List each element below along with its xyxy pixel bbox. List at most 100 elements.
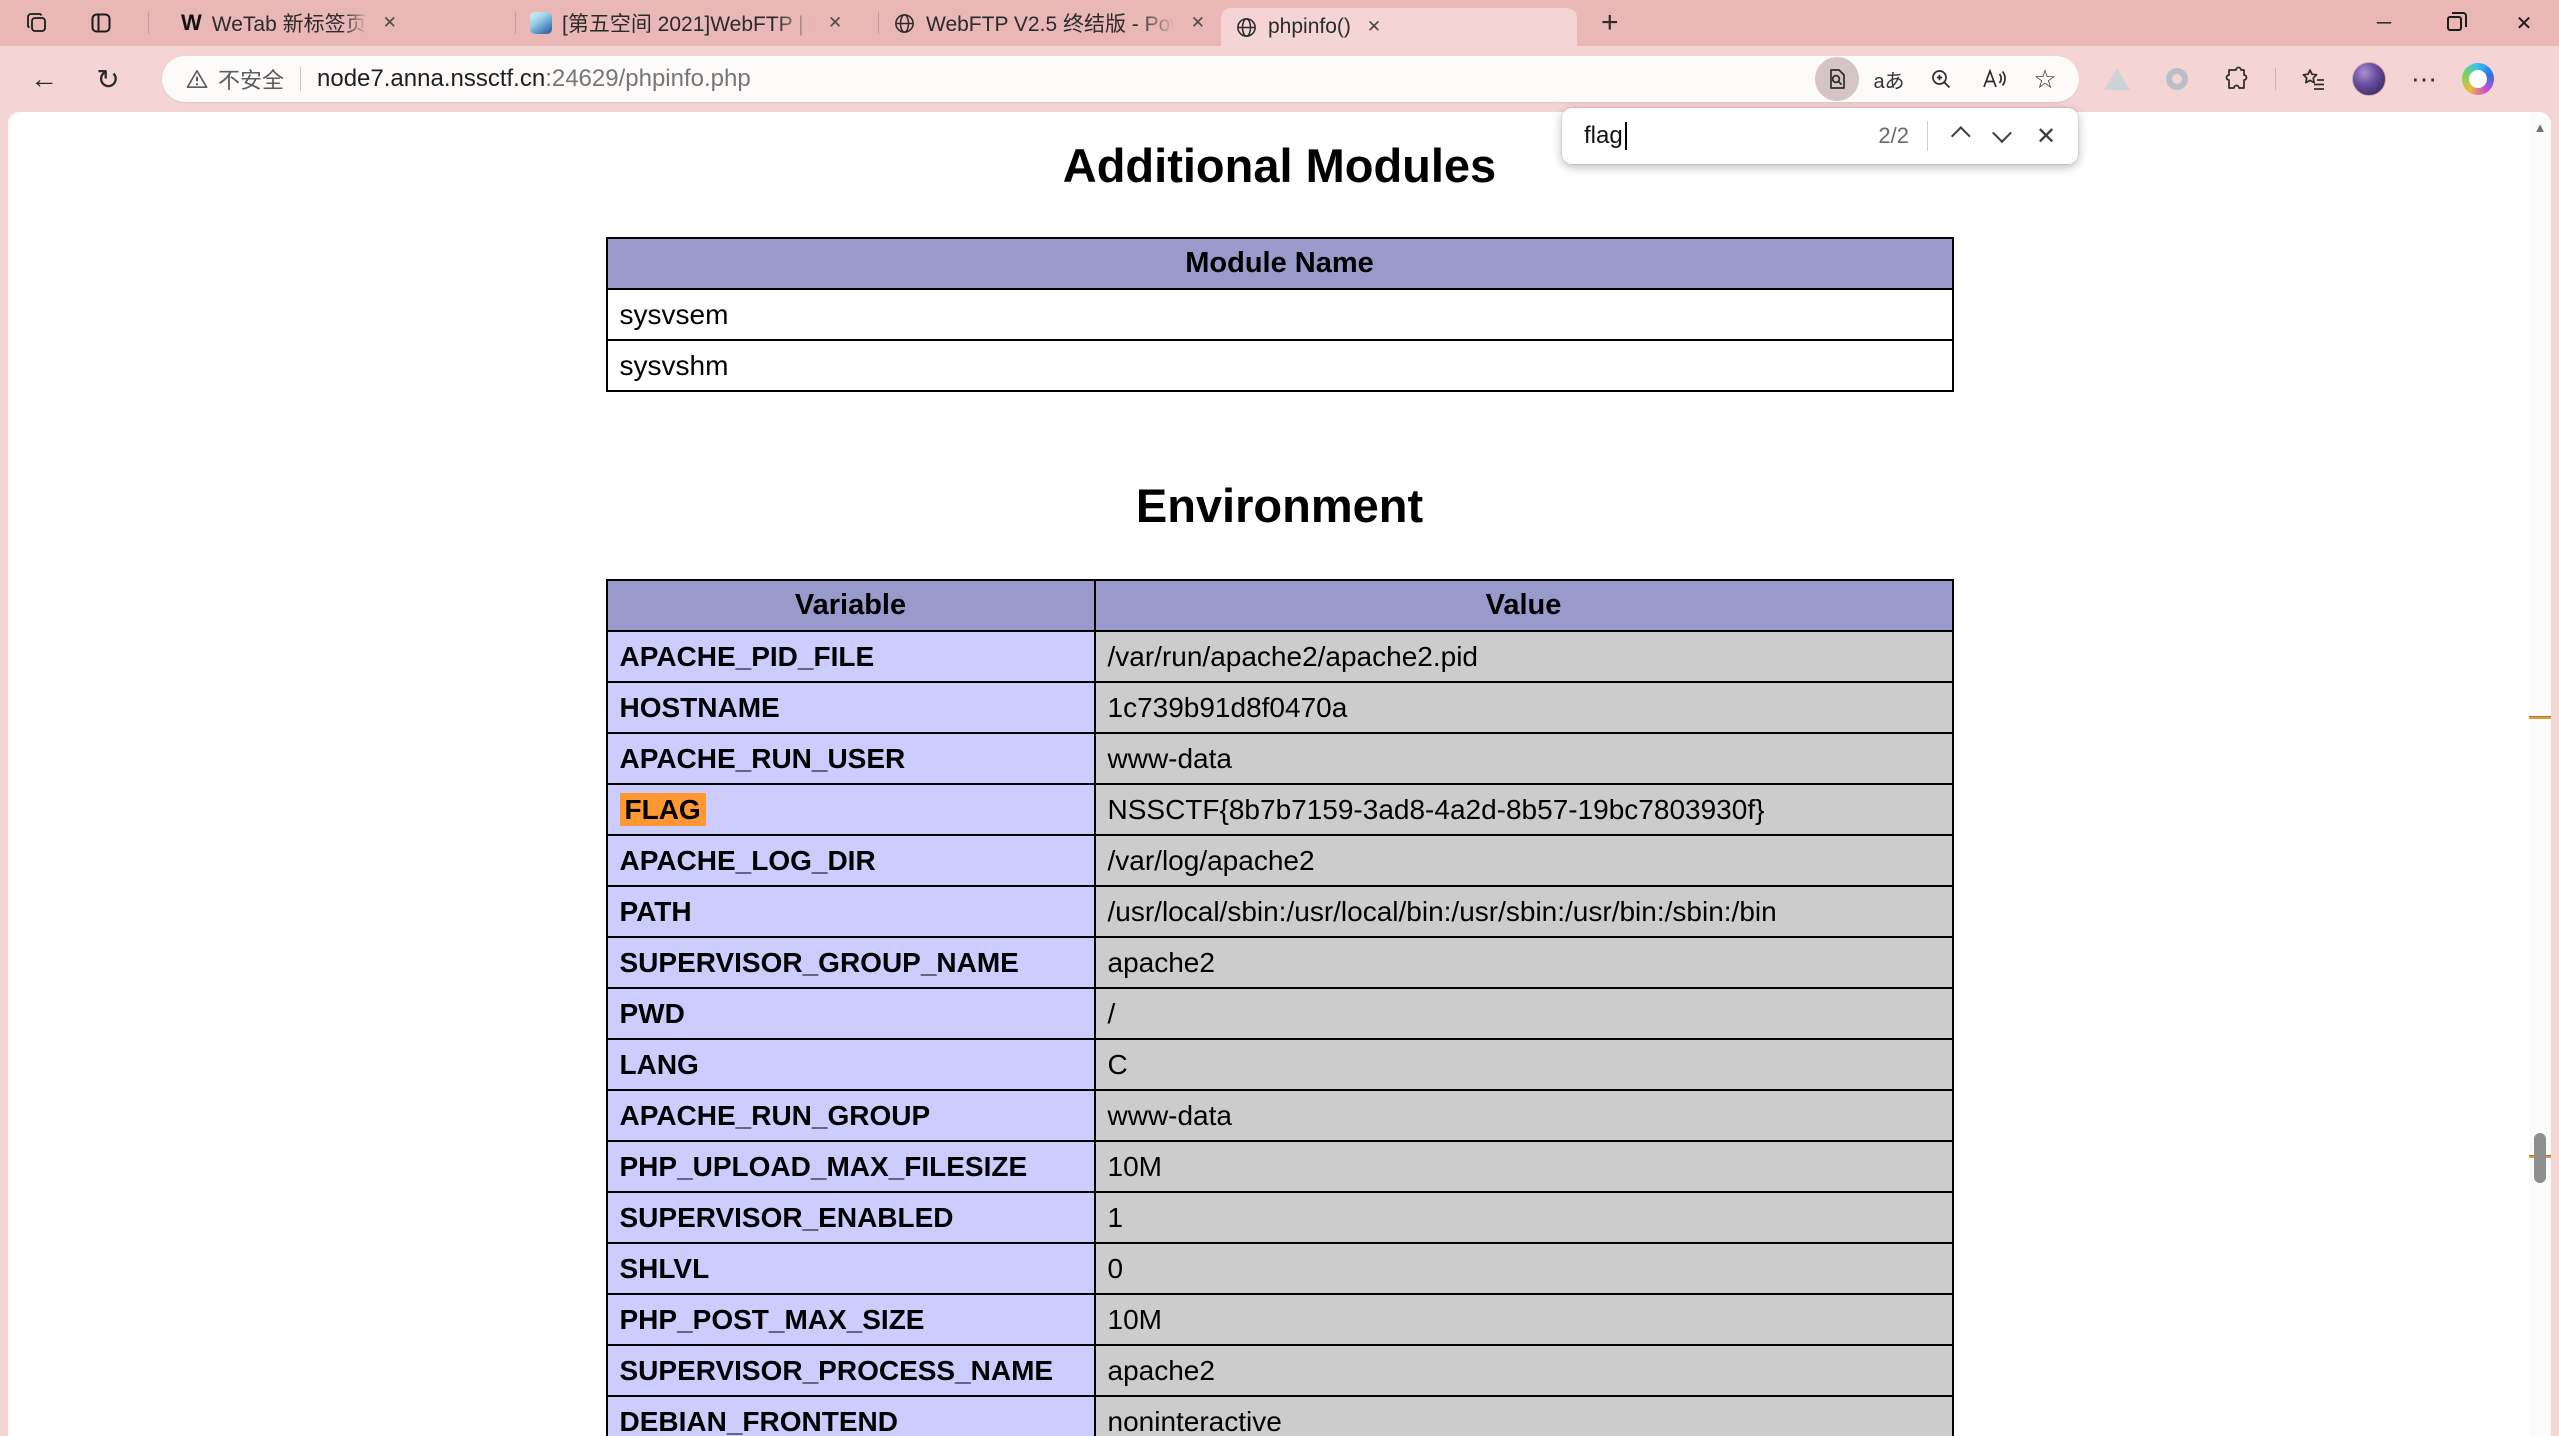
tab-bar: W WeTab 新标签页 ✕ [第五空间 2021]WebFTP | NSSCT… bbox=[0, 0, 2559, 46]
table-row: SHLVL 0 bbox=[607, 1243, 1953, 1294]
table-row: sysvsem bbox=[607, 289, 1953, 340]
extensions-button[interactable] bbox=[2215, 57, 2259, 101]
tab-close-icon[interactable]: ✕ bbox=[1361, 13, 1387, 41]
tab-close-icon[interactable]: ✕ bbox=[1185, 9, 1211, 37]
table-row: APACHE_LOG_DIR /var/log/apache2 bbox=[607, 835, 1953, 886]
additional-modules-title: Additional Modules bbox=[8, 138, 2551, 193]
find-on-page-button[interactable] bbox=[1815, 57, 1859, 101]
scrollbar-thumb[interactable] bbox=[2534, 1133, 2546, 1183]
tab-label: WeTab 新标签页 bbox=[212, 8, 367, 38]
overflow-dots-icon: ⋯ bbox=[2411, 64, 2437, 95]
read-aloud-button[interactable] bbox=[1971, 57, 2015, 101]
translate-button[interactable]: aあ bbox=[1867, 57, 1911, 101]
content-frame: Additional Modules Module Name sysvsem s… bbox=[0, 112, 2559, 1436]
chevron-up-icon bbox=[1951, 126, 1971, 146]
settings-menu-button[interactable]: ⋯ bbox=[2402, 57, 2446, 101]
profile-avatar[interactable] bbox=[2352, 62, 2386, 96]
table-row: SUPERVISOR_PROCESS_NAME apache2 bbox=[607, 1345, 1953, 1396]
table-row: SUPERVISOR_ENABLED 1 bbox=[607, 1192, 1953, 1243]
environment-table: Variable Value APACHE_PID_FILE /var/run/… bbox=[606, 579, 1954, 1436]
security-label: 不安全 bbox=[218, 63, 284, 95]
tab-label: [第五空间 2021]WebFTP | NSSCTF bbox=[562, 8, 812, 38]
url-path: :24629/phpinfo.php bbox=[545, 65, 751, 92]
page-scrollbar[interactable]: ▲ bbox=[2529, 112, 2551, 1436]
favorites-button[interactable]: ☆ bbox=[2023, 57, 2067, 101]
url-host: node7.anna.nssctf.cn bbox=[317, 65, 545, 92]
find-on-page-icon bbox=[1825, 67, 1849, 91]
flag-value: NSSCTF{8b7b7159-3ad8-4a2d-8b57-19bc78039… bbox=[1095, 784, 1953, 835]
tab-close-icon[interactable]: ✕ bbox=[822, 9, 848, 37]
vertical-tabs-icon[interactable] bbox=[84, 6, 118, 40]
tab-nssctf-webftp[interactable]: [第五空间 2021]WebFTP | NSSCTF ✕ bbox=[516, 0, 878, 46]
modules-table: Module Name sysvsem sysvshm bbox=[606, 237, 1954, 392]
module-name-header: Module Name bbox=[607, 238, 1953, 289]
not-secure-warning-icon bbox=[186, 69, 208, 89]
nssctf-favicon bbox=[530, 12, 552, 34]
table-row: sysvshm bbox=[607, 340, 1953, 391]
wetab-favicon-icon: W bbox=[181, 12, 202, 34]
table-row: APACHE_RUN_GROUP www-data bbox=[607, 1090, 1953, 1141]
find-next-button[interactable] bbox=[1980, 114, 2024, 158]
table-row: HOSTNAME 1c739b91d8f0470a bbox=[607, 682, 1953, 733]
table-row: PWD / bbox=[607, 988, 1953, 1039]
table-row: SUPERVISOR_GROUP_NAME apache2 bbox=[607, 937, 1953, 988]
address-separator bbox=[300, 67, 301, 91]
puzzle-icon bbox=[2224, 66, 2250, 92]
find-match-tick bbox=[2529, 716, 2551, 719]
find-close-button[interactable]: ✕ bbox=[2024, 114, 2068, 158]
find-previous-button[interactable] bbox=[1936, 114, 1980, 158]
chevron-down-icon bbox=[1992, 123, 2012, 143]
zoom-in-icon bbox=[1929, 67, 1953, 91]
extension-b-icon bbox=[2166, 68, 2188, 90]
variable-header: Variable bbox=[607, 580, 1095, 631]
tab-close-icon[interactable]: ✕ bbox=[377, 9, 403, 37]
restore-button[interactable] bbox=[2419, 0, 2489, 46]
text-caret bbox=[1625, 122, 1627, 150]
globe-icon bbox=[1235, 16, 1258, 39]
tab-phpinfo-active[interactable]: phpinfo() ✕ bbox=[1221, 8, 1577, 46]
refresh-button[interactable]: ↻ bbox=[86, 57, 130, 101]
value-header: Value bbox=[1095, 580, 1953, 631]
table-header-row: Module Name bbox=[607, 238, 1953, 289]
find-separator bbox=[1927, 121, 1928, 151]
extension-a-icon bbox=[2104, 68, 2130, 90]
extension-b-button[interactable] bbox=[2155, 57, 2199, 101]
table-row: LANG C bbox=[607, 1039, 1953, 1090]
environment-title: Environment bbox=[8, 478, 2551, 533]
minimize-button[interactable]: ─ bbox=[2349, 0, 2419, 46]
find-bar: flag 2/2 ✕ bbox=[1562, 108, 2078, 164]
tab-label: WebFTP V2.5 终结版 - Powered b bbox=[926, 8, 1175, 38]
toolbar-separator bbox=[2275, 68, 2276, 90]
table-row-flag: FLAG NSSCTF{8b7b7159-3ad8-4a2d-8b57-19bc… bbox=[607, 784, 1953, 835]
tab-webftp[interactable]: WebFTP V2.5 终结版 - Powered b ✕ bbox=[879, 0, 1221, 46]
find-input[interactable]: flag bbox=[1584, 122, 1878, 150]
table-row: APACHE_PID_FILE /var/run/apache2/apache2… bbox=[607, 631, 1953, 682]
tab-workspaces-icon[interactable] bbox=[20, 6, 54, 40]
table-header-row: Variable Value bbox=[607, 580, 1953, 631]
site-security-chip[interactable]: 不安全 bbox=[186, 63, 284, 95]
tab-wetab[interactable]: W WeTab 新标签页 ✕ bbox=[167, 0, 515, 46]
translate-icon: aあ bbox=[1873, 65, 1904, 94]
star-icon: ☆ bbox=[2033, 64, 2056, 95]
tab-separator bbox=[148, 12, 149, 34]
back-button[interactable]: ← bbox=[22, 57, 66, 101]
table-row: APACHE_RUN_USER www-data bbox=[607, 733, 1953, 784]
new-tab-button[interactable]: + bbox=[1591, 8, 1629, 38]
address-bar[interactable]: 不安全 node7.anna.nssctf.cn:24629/phpinfo.p… bbox=[162, 56, 2079, 102]
copilot-button[interactable] bbox=[2462, 63, 2494, 95]
url-text[interactable]: node7.anna.nssctf.cn:24629/phpinfo.php bbox=[317, 65, 1815, 93]
scroll-up-arrow-icon[interactable]: ▲ bbox=[2529, 120, 2551, 135]
table-row: PHP_POST_MAX_SIZE 10M bbox=[607, 1294, 1953, 1345]
tab-label: phpinfo() bbox=[1268, 15, 1351, 39]
find-highlight-active: FLAG bbox=[620, 793, 706, 826]
read-aloud-icon bbox=[1980, 67, 2006, 91]
zoom-button[interactable] bbox=[1919, 57, 1963, 101]
globe-icon bbox=[893, 12, 916, 35]
table-row: PHP_UPLOAD_MAX_FILESIZE 10M bbox=[607, 1141, 1953, 1192]
extension-a-button[interactable] bbox=[2095, 57, 2139, 101]
browser-toolbar: ← ↻ 不安全 node7.anna.nssctf.cn:24629/phpin… bbox=[0, 46, 2559, 112]
favorites-bar-button[interactable] bbox=[2292, 57, 2336, 101]
table-row: DEBIAN_FRONTEND noninteractive bbox=[607, 1396, 1953, 1436]
star-list-icon bbox=[2301, 67, 2327, 91]
close-window-button[interactable]: ✕ bbox=[2489, 0, 2559, 46]
